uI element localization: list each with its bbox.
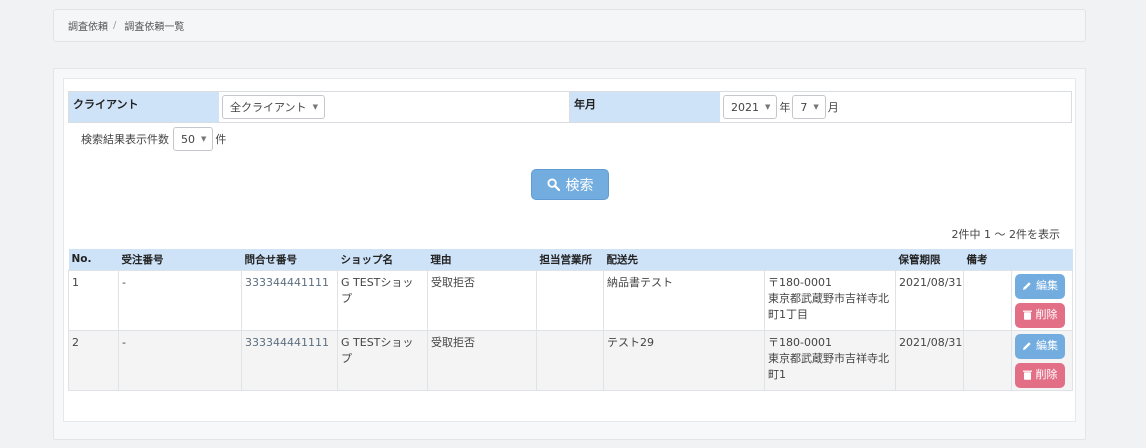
table-header-row: No. 受注番号 問合せ番号 ショップ名 理由 担当営業所 配送先 保管期限 備…	[68, 249, 1073, 270]
cell-dest-name: 納品書テスト	[603, 269, 765, 331]
cell-expiry: 2021/08/31	[895, 329, 964, 391]
edit-button[interactable]: 編集	[1015, 273, 1065, 299]
filter-form: クライアント 全クライアント ▼ 年月 2021 ▼ 年 7 ▼ 月	[68, 91, 1072, 123]
search-button-label: 検索	[565, 177, 594, 194]
cell-dest-address: 〒180-0001 東京都武蔵野市吉祥寺北町1	[764, 329, 896, 391]
col-header-note: 備考	[963, 249, 1012, 270]
perpage-select-value: 50	[181, 132, 195, 146]
breadcrumb-item-investigation[interactable]: 調査依頼	[68, 18, 108, 33]
client-label: クライアント	[69, 92, 219, 122]
col-header-shop: ショップ名	[337, 249, 428, 270]
breadcrumb: 調査依頼 / 調査依頼一覧	[53, 9, 1086, 42]
yearmonth-label: 年月	[570, 92, 720, 122]
cell-actions: 編集 削除	[1011, 269, 1073, 331]
cell-actions: 編集 削除	[1011, 329, 1073, 391]
postal-code: 〒180-0001	[768, 275, 832, 289]
chevron-down-icon: ▼	[765, 103, 771, 111]
perpage-control: 検索結果表示件数 50 ▼ 件	[81, 126, 228, 152]
col-header-office: 担当営業所	[536, 249, 604, 270]
cell-order: -	[118, 329, 242, 391]
chevron-down-icon: ▼	[312, 103, 318, 111]
cell-reason: 受取拒否	[427, 269, 537, 331]
client-select[interactable]: 全クライアント ▼	[222, 95, 325, 119]
table-row: 1 - 333344441111 G TESTショップ 受取拒否 納品書テスト …	[68, 269, 1073, 331]
address-text: 東京都武蔵野市吉祥寺北町1	[768, 351, 889, 381]
edit-button[interactable]: 編集	[1015, 333, 1065, 359]
cell-order: -	[118, 269, 242, 331]
breadcrumb-separator: /	[113, 20, 117, 31]
cell-inquiry-link[interactable]: 333344441111	[241, 269, 338, 331]
client-select-value: 全クライアント	[230, 101, 307, 114]
delete-button[interactable]: 削除	[1015, 362, 1065, 388]
cell-expiry: 2021/08/31	[895, 269, 964, 331]
address-text: 東京都武蔵野市吉祥寺北町1丁目	[768, 291, 889, 321]
month-select[interactable]: 7 ▼	[792, 95, 826, 119]
cell-office	[536, 269, 604, 331]
cell-office	[536, 329, 604, 391]
delete-button-label: 削除	[1035, 308, 1058, 321]
month-select-value: 7	[800, 100, 808, 114]
cell-dest-address: 〒180-0001 東京都武蔵野市吉祥寺北町1丁目	[764, 269, 896, 331]
delete-button-label: 削除	[1035, 368, 1058, 381]
search-icon	[546, 178, 560, 191]
col-header-order: 受注番号	[118, 249, 242, 270]
col-header-expiry: 保管期限	[895, 249, 964, 270]
perpage-suffix: 件	[215, 133, 227, 146]
cell-note	[963, 269, 1012, 331]
breadcrumb-item-list: 調査依頼一覧	[124, 22, 185, 33]
col-header-destination: 配送先	[603, 249, 896, 270]
perpage-label: 検索結果表示件数	[81, 133, 169, 146]
perpage-select[interactable]: 50 ▼	[173, 127, 214, 151]
year-select-value: 2021	[731, 100, 759, 114]
cell-note	[963, 329, 1012, 391]
result-count: 2件中 1 ～ 2件を表示	[951, 228, 1061, 241]
results-table: No. 受注番号 問合せ番号 ショップ名 理由 担当営業所 配送先 保管期限 備…	[68, 249, 1073, 391]
col-header-actions	[1011, 249, 1073, 270]
cell-no: 1	[68, 269, 119, 331]
cell-shop: G TESTショップ	[337, 269, 428, 331]
cell-shop: G TESTショップ	[337, 329, 428, 391]
trash-icon	[1022, 370, 1032, 380]
cell-no: 2	[68, 329, 119, 391]
postal-code: 〒180-0001	[768, 335, 832, 349]
delete-button[interactable]: 削除	[1015, 302, 1065, 328]
cell-dest-name: テスト29	[603, 329, 765, 391]
cell-reason: 受取拒否	[427, 329, 537, 391]
edit-button-label: 編集	[1036, 339, 1058, 352]
table-row: 2 - 333344441111 G TESTショップ 受取拒否 テスト29 〒…	[68, 329, 1073, 391]
client-cell: 全クライアント ▼	[219, 92, 570, 122]
pencil-icon	[1023, 282, 1031, 290]
year-suffix: 年	[779, 101, 791, 114]
cell-inquiry-link[interactable]: 333344441111	[241, 329, 338, 391]
year-select[interactable]: 2021 ▼	[723, 95, 778, 119]
month-suffix: 月	[827, 101, 839, 114]
col-header-no: No.	[68, 249, 119, 270]
trash-icon	[1022, 310, 1032, 320]
col-header-reason: 理由	[427, 249, 537, 270]
search-button[interactable]: 検索	[531, 169, 609, 200]
pencil-icon	[1023, 342, 1031, 350]
chevron-down-icon: ▼	[201, 135, 207, 143]
edit-button-label: 編集	[1036, 279, 1058, 292]
yearmonth-cell: 2021 ▼ 年 7 ▼ 月	[720, 92, 1071, 122]
chevron-down-icon: ▼	[813, 103, 819, 111]
col-header-inquiry: 問合せ番号	[241, 249, 338, 270]
